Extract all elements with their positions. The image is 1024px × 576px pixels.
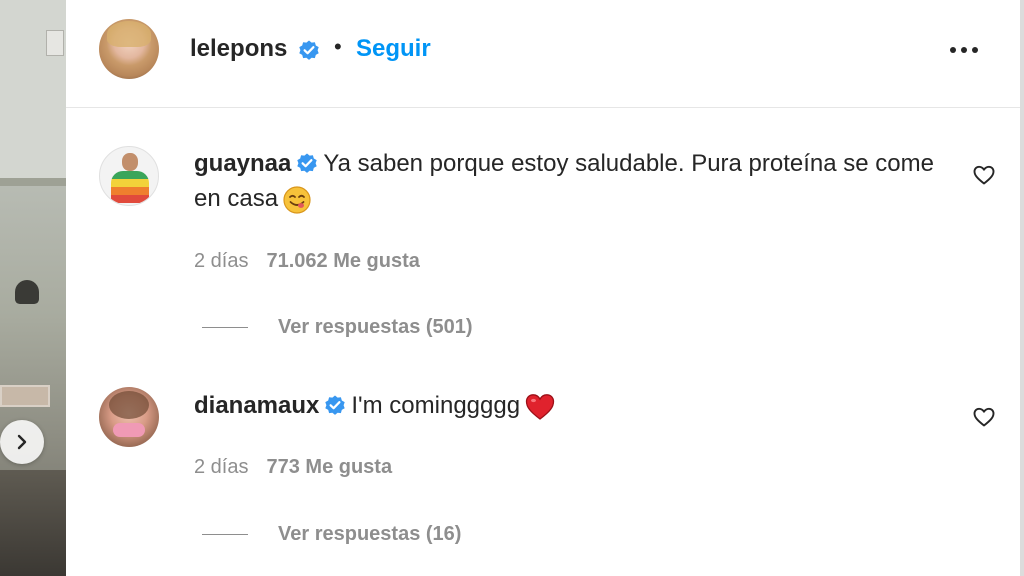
- owner-username[interactable]: lelepons: [190, 35, 287, 63]
- like-comment-button[interactable]: [970, 161, 998, 189]
- post-header: lelepons • Seguir: [66, 0, 1020, 108]
- photo-wall: [0, 0, 66, 180]
- post-image: [0, 0, 66, 576]
- verified-badge-icon: [297, 153, 318, 173]
- follow-button[interactable]: Seguir: [356, 35, 431, 63]
- view-replies-label: Ver respuestas (16): [278, 523, 462, 545]
- comment-meta: 2 días 71.062 Me gusta: [194, 250, 420, 273]
- verified-badge-icon: [299, 40, 319, 60]
- chevron-right-icon: [17, 434, 27, 450]
- owner-avatar[interactable]: [99, 19, 159, 79]
- comment-likes[interactable]: 71.062 Me gusta: [266, 250, 419, 272]
- more-options-button[interactable]: [946, 36, 982, 64]
- like-comment-button[interactable]: [970, 403, 998, 431]
- photo-shelf: [0, 178, 66, 186]
- photo-floor: [0, 470, 66, 576]
- separator-dot: •: [334, 34, 342, 59]
- comment-username[interactable]: dianamaux: [194, 392, 319, 419]
- comment-meta: 2 días 773 Me gusta: [194, 456, 392, 479]
- savoring-face-emoji: [283, 186, 311, 214]
- scrollbar-track[interactable]: [1020, 0, 1024, 576]
- heart-outline-icon: [973, 165, 995, 185]
- avatar-hair: [109, 391, 149, 419]
- photo-pictures: [0, 385, 50, 407]
- comment-time[interactable]: 2 días: [194, 456, 248, 478]
- commenter-avatar[interactable]: [99, 146, 159, 206]
- comment-body: guaynaa Ya saben porque estoy saludable.…: [194, 146, 964, 216]
- replies-divider: [202, 327, 248, 328]
- comment-time[interactable]: 2 días: [194, 250, 248, 272]
- comment-body: dianamaux I'm cominggggg: [194, 388, 964, 423]
- view-replies-label: Ver respuestas (501): [278, 316, 473, 338]
- photo-frame: [46, 30, 64, 56]
- view-replies-button[interactable]: Ver respuestas (16): [202, 523, 461, 546]
- comment-text: I'm cominggggg: [351, 392, 521, 419]
- avatar-top: [113, 423, 145, 437]
- verified-badge-icon: [325, 395, 346, 415]
- red-heart-emoji: [525, 393, 555, 420]
- avatar-sweater: [111, 171, 149, 203]
- avatar-head: [122, 153, 138, 171]
- heart-outline-icon: [973, 407, 995, 427]
- photo-object: [15, 280, 39, 304]
- replies-divider: [202, 534, 248, 535]
- commenter-avatar[interactable]: [99, 387, 159, 447]
- comment-likes[interactable]: 773 Me gusta: [266, 456, 392, 478]
- comment-username[interactable]: guaynaa: [194, 150, 291, 177]
- more-options-icon: [950, 47, 978, 53]
- next-image-button[interactable]: [0, 420, 44, 464]
- view-replies-button[interactable]: Ver respuestas (501): [202, 316, 473, 339]
